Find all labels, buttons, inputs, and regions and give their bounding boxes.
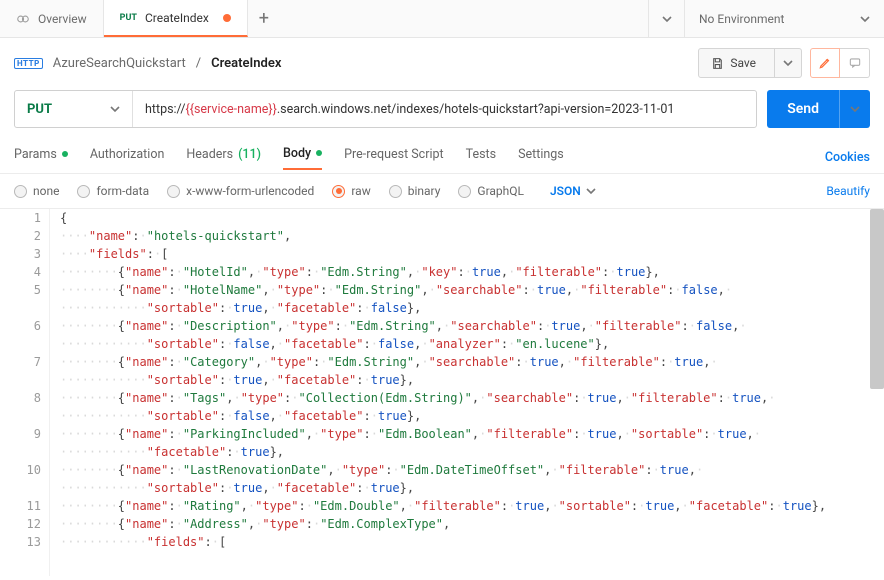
tab-createindex-label: CreateIndex (145, 11, 209, 25)
subtab-prerequest[interactable]: Pre-request Script (344, 147, 443, 169)
edit-button[interactable] (810, 48, 840, 78)
tabs-dropdown[interactable] (648, 0, 684, 37)
save-button[interactable]: Save (698, 48, 802, 78)
tab-strip: Overview PUT CreateIndex + No Environmen… (0, 0, 884, 38)
breadcrumb-sep: / (196, 56, 201, 71)
code-editor[interactable]: 12345.6.7.8.9.10.111213 {····"name":·"ho… (0, 208, 884, 576)
send-dropdown[interactable] (839, 90, 870, 128)
subtab-authorization[interactable]: Authorization (90, 147, 165, 169)
subtab-tests[interactable]: Tests (466, 147, 496, 169)
line-gutter: 12345.6.7.8.9.10.111213 (0, 209, 50, 576)
breadcrumb: HTTP AzureSearchQuickstart / CreateIndex (14, 56, 281, 71)
new-tab-button[interactable]: + (248, 0, 280, 37)
body-type-graphql[interactable]: GraphQL (458, 184, 524, 198)
request-subtabs: Params Authorization Headers (11) Body P… (0, 138, 884, 174)
save-icon (711, 57, 724, 70)
code-content[interactable]: {····"name":·"hotels-quickstart",····"fi… (50, 209, 884, 576)
method-value: PUT (27, 102, 52, 117)
body-type-formdata[interactable]: form-data (77, 184, 149, 198)
beautify-link[interactable]: Beautify (826, 184, 870, 198)
chevron-down-icon (586, 186, 596, 196)
body-dot (316, 150, 322, 156)
tab-overview[interactable]: Overview (0, 0, 104, 37)
pencil-icon (818, 56, 832, 70)
cookies-link[interactable]: Cookies (825, 150, 870, 165)
body-type-binary[interactable]: binary (389, 184, 441, 198)
body-lang-select[interactable]: JSON (550, 184, 596, 198)
breadcrumb-request: CreateIndex (211, 56, 281, 71)
method-select[interactable]: PUT (15, 91, 133, 127)
tab-method-pill: PUT (120, 13, 137, 23)
subtab-params[interactable]: Params (14, 147, 68, 169)
body-type-none[interactable]: none (14, 184, 59, 198)
environment-label: No Environment (699, 12, 784, 26)
chevron-down-icon (860, 14, 870, 24)
send-button[interactable]: Send (767, 90, 839, 128)
url-input[interactable]: https://{{service-name}}.search.windows.… (133, 91, 756, 127)
save-dropdown[interactable] (774, 49, 801, 77)
params-dot (62, 151, 68, 157)
subtab-settings[interactable]: Settings (518, 147, 564, 169)
comments-button[interactable] (840, 48, 870, 78)
breadcrumb-collection[interactable]: AzureSearchQuickstart (53, 56, 186, 71)
comment-icon (848, 56, 862, 70)
overview-icon (16, 12, 30, 26)
body-type-xwww[interactable]: x-www-form-urlencoded (167, 184, 314, 198)
scrollbar[interactable] (870, 209, 884, 389)
chevron-down-icon (110, 104, 120, 114)
body-type-row: none form-data x-www-form-urlencoded raw… (0, 174, 884, 208)
http-badge: HTTP (14, 58, 43, 69)
environment-selector[interactable]: No Environment (684, 0, 884, 37)
dirty-indicator (223, 14, 231, 22)
tab-createindex[interactable]: PUT CreateIndex (104, 0, 248, 37)
body-type-raw[interactable]: raw (332, 184, 370, 198)
subtab-headers[interactable]: Headers (11) (186, 147, 261, 169)
tab-overview-label: Overview (38, 12, 87, 26)
subtab-body[interactable]: Body (283, 146, 322, 170)
